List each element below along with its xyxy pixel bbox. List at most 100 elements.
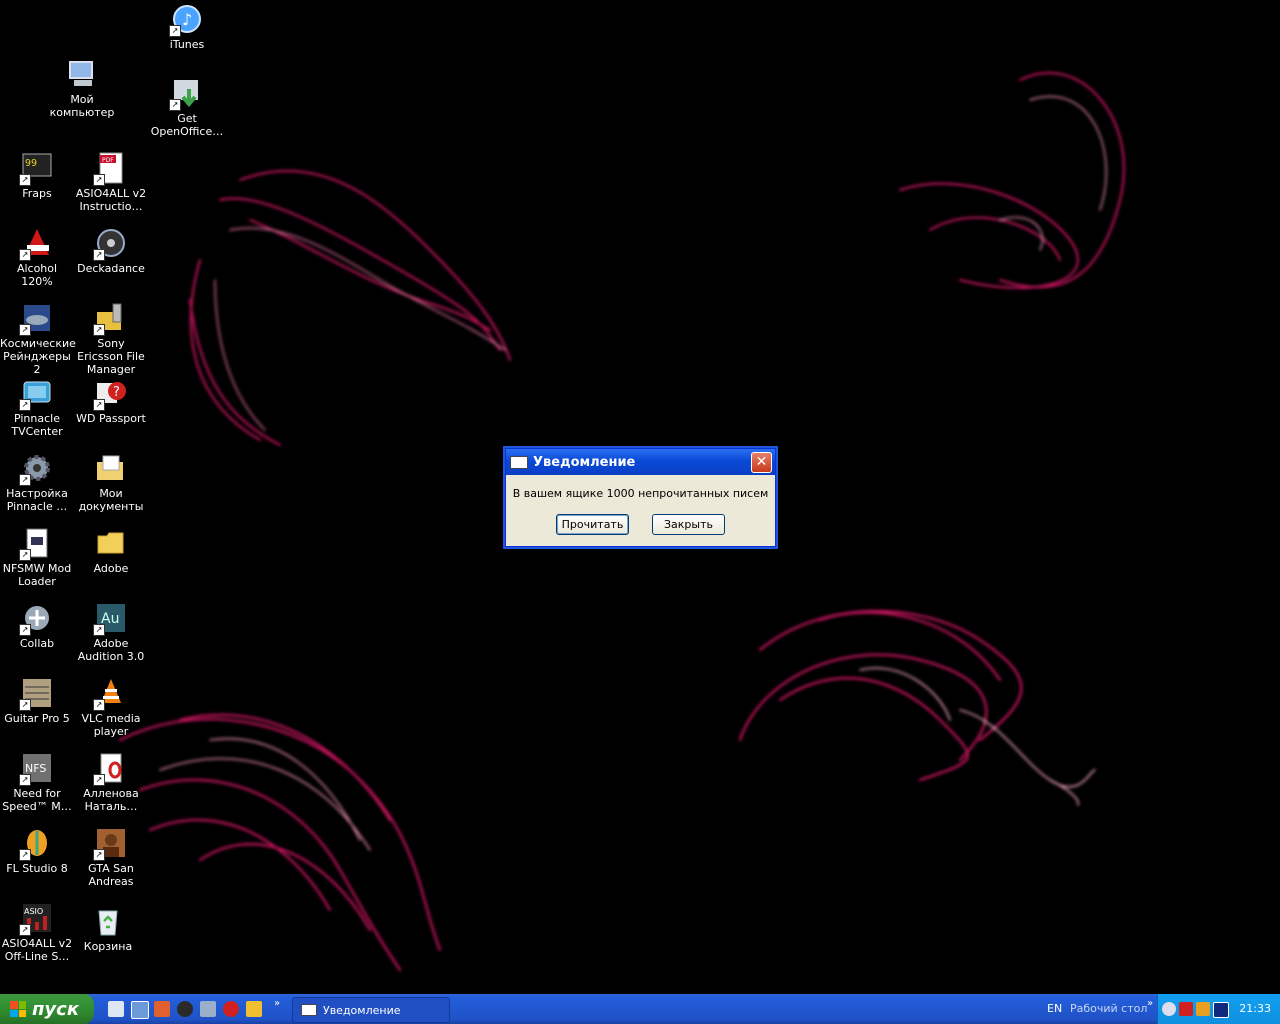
mail-icon: [510, 455, 528, 469]
desktop-icon-asio4all-offline[interactable]: ASIO ↗ ASIO4ALL v2 Off-Line S…: [0, 902, 74, 963]
desktop-icon-nfsmw-mod-loader[interactable]: ↗ NFSMW Mod Loader: [0, 527, 74, 588]
desktop-icon-gta-san-andreas[interactable]: ↗ GTA San Andreas: [74, 827, 148, 888]
icon-label: Корзина: [83, 940, 133, 953]
desktop-icon-fl-studio[interactable]: ↗ FL Studio 8: [0, 827, 74, 875]
read-button[interactable]: Прочитать: [556, 514, 629, 535]
space-rangers-icon: ↗: [19, 302, 53, 336]
alcohol-icon: ↗: [19, 227, 53, 261]
media-play-icon[interactable]: [1213, 1002, 1229, 1018]
icon-label: Deckadance: [77, 262, 145, 275]
icon-label: Adobe: [93, 562, 129, 575]
desktop-icon-alcohol[interactable]: ↗ Alcohol 120%: [0, 227, 74, 288]
computer-icon: [66, 58, 98, 90]
desktop-icon-allenova[interactable]: ↗ Алленова Наталь…: [74, 752, 148, 813]
tray-app-icon[interactable]: [1196, 1002, 1210, 1016]
taskbar-button-notification[interactable]: Уведомление: [292, 997, 450, 1023]
taskbar: пуск » Уведомление EN Рабочий стол » 21:…: [0, 994, 1280, 1024]
guitar-pro-icon: ↗: [19, 677, 53, 711]
clock[interactable]: 21:33: [1239, 1002, 1271, 1015]
icon-label: Alcohol 120%: [16, 262, 58, 288]
desktop-icon-wd-passport[interactable]: ? ↗ WD Passport: [74, 377, 148, 425]
quicklaunch-explorer-icon[interactable]: [200, 1001, 216, 1017]
dialog-message: В вашем ящике 1000 непрочитанных писем: [512, 487, 769, 500]
help-icon: ? ↗: [93, 377, 127, 411]
fraps-icon: 99 ↗: [19, 152, 53, 186]
quicklaunch-browser-icon[interactable]: [177, 1001, 193, 1017]
opera-document-icon: ↗: [93, 752, 127, 786]
pinnacle-tv-icon: ↗: [19, 377, 53, 411]
svg-text:99: 99: [25, 158, 37, 169]
desktop-toolbar-label[interactable]: Рабочий стол: [1070, 1002, 1147, 1015]
fl-studio-icon: ↗: [19, 827, 53, 861]
icon-label: NFSMW Mod Loader: [2, 562, 72, 588]
desktop-icon-sony-ericsson[interactable]: ↗ Sony Ericsson File Manager: [74, 302, 148, 376]
icon-label: Мой компьютер: [49, 93, 115, 119]
desktop-icon-vlc[interactable]: ↗ VLC media player: [74, 677, 148, 738]
icon-label: iTunes: [169, 38, 205, 51]
start-button[interactable]: пуск: [0, 994, 94, 1024]
recycle-bin-icon: [92, 905, 124, 937]
asio-icon: ASIO ↗: [19, 902, 53, 936]
desktop-icon-asio4all-instructions[interactable]: PDF ↗ ASIO4ALL v2 Instructio…: [74, 152, 148, 213]
desktop-icon-recycle-bin[interactable]: Корзина: [71, 905, 145, 953]
icon-label: Космические Рейнджеры 2: [0, 337, 76, 376]
itunes-icon: ♪ ↗: [169, 3, 203, 37]
icon-label: GTA San Andreas: [88, 862, 134, 888]
collab-icon: ↗: [19, 602, 53, 636]
audition-icon: Au ↗: [93, 602, 127, 636]
dismiss-button[interactable]: Закрыть: [652, 514, 725, 535]
kaspersky-icon[interactable]: [1179, 1002, 1193, 1016]
desktop-icon-adobe-audition[interactable]: Au ↗ Adobe Audition 3.0: [74, 602, 148, 663]
desktop-icon-collab[interactable]: ↗ Collab: [0, 602, 74, 650]
icon-label: WD Passport: [76, 412, 146, 425]
folder-icon: [95, 527, 127, 559]
quicklaunch-app-icon[interactable]: [154, 1001, 170, 1017]
dialog-buttons: Прочитать Закрыть: [506, 514, 775, 535]
taskbar-button-label: Уведомление: [323, 1003, 401, 1017]
desktop-icon-pinnacle-settings[interactable]: ↗ Настройка Pinnacle …: [0, 452, 74, 513]
desktop-icon-get-openoffice[interactable]: ↗ Get OpenOffice…: [150, 77, 224, 138]
icon-label: Collab: [19, 637, 55, 650]
language-indicator[interactable]: EN: [1047, 1002, 1062, 1015]
folder-phone-icon: ↗: [93, 302, 127, 336]
quicklaunch-chevron[interactable]: »: [274, 998, 280, 1009]
icon-label: VLC media player: [81, 712, 141, 738]
gta-icon: ↗: [93, 827, 127, 861]
tray-expand-icon[interactable]: [1162, 1002, 1176, 1016]
nfs-icon: NFS ↗: [19, 752, 53, 786]
desktop-icon-pinnacle-tvcenter[interactable]: ↗ Pinnacle TVCenter: [0, 377, 74, 438]
icon-label: FL Studio 8: [6, 862, 68, 875]
icon-label: Алленова Наталь…: [83, 787, 139, 813]
desktop-icon-my-documents[interactable]: Мои документы: [74, 452, 148, 513]
dialog-titlebar[interactable]: Уведомление ✕: [506, 449, 775, 475]
icon-label: Pinnacle TVCenter: [11, 412, 63, 438]
windows-logo-icon: [10, 1001, 26, 1017]
close-button[interactable]: ✕: [751, 452, 772, 473]
desktop-icon-my-computer[interactable]: Мой компьютер: [45, 58, 119, 119]
system-tray: 21:33: [1157, 994, 1280, 1024]
quicklaunch-media-icon[interactable]: [246, 1001, 262, 1017]
quicklaunch-show-desktop-icon[interactable]: [108, 1001, 124, 1017]
svg-text:?: ?: [113, 385, 120, 400]
my-documents-icon: [95, 452, 127, 484]
start-label: пуск: [32, 998, 80, 1020]
icon-label: Fraps: [22, 187, 52, 200]
desktop-icon-adobe-folder[interactable]: Adobe: [74, 527, 148, 575]
icon-label: Sony Ericsson File Manager: [77, 337, 145, 376]
icon-label: ASIO4ALL v2 Off-Line S…: [1, 937, 73, 963]
icon-label: Настройка Pinnacle …: [6, 487, 68, 513]
quicklaunch-window-icon[interactable]: [131, 1001, 149, 1019]
dialog-title: Уведомление: [533, 454, 636, 470]
svg-text:♪: ♪: [182, 10, 192, 29]
icon-label: Adobe Audition 3.0: [77, 637, 145, 663]
desktop-icon-space-rangers-2[interactable]: ↗ Космические Рейнджеры 2: [0, 302, 76, 376]
desktop-icon-itunes[interactable]: ♪ ↗ iTunes: [150, 3, 224, 51]
desktop-icon-guitar-pro[interactable]: ↗ Guitar Pro 5: [0, 677, 74, 725]
toolbar-chevron[interactable]: »: [1147, 998, 1153, 1009]
desktop-icon-need-for-speed[interactable]: NFS ↗ Need for Speed™ M…: [0, 752, 74, 813]
vlc-icon: ↗: [93, 677, 127, 711]
openoffice-download-icon: ↗: [169, 77, 203, 111]
desktop-icon-fraps[interactable]: 99 ↗ Fraps: [0, 152, 74, 200]
desktop-icon-deckadance[interactable]: ↗ Deckadance: [74, 227, 148, 275]
quicklaunch-opera-icon[interactable]: [223, 1001, 239, 1017]
